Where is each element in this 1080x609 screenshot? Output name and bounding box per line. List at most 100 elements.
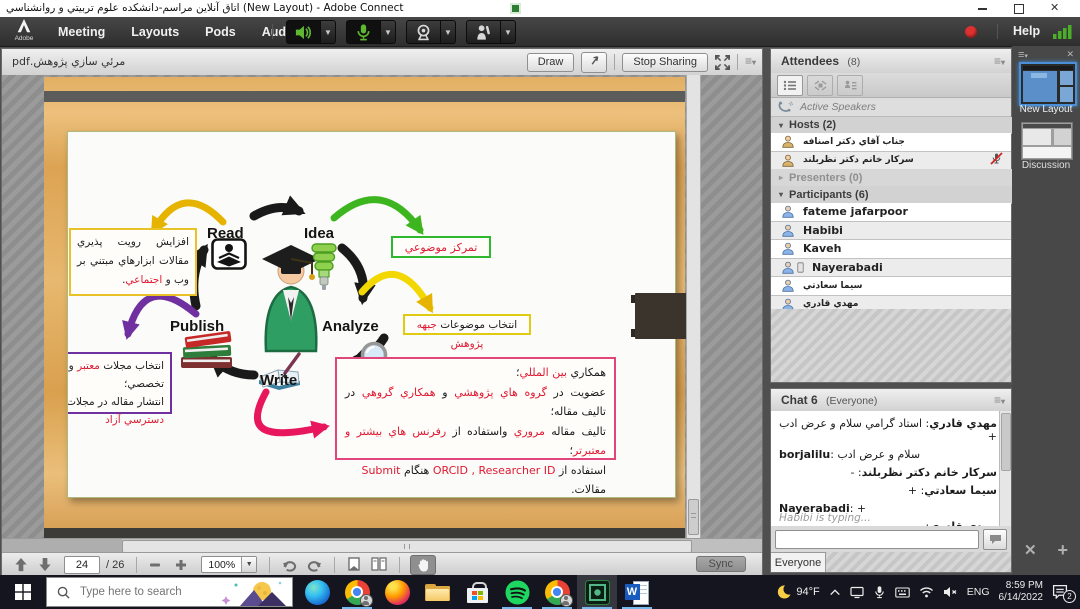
speaker-dropdown[interactable]: ▼ (321, 20, 336, 44)
page-layout-view-icon[interactable] (371, 557, 387, 572)
weather-indicator[interactable]: 94°F (776, 584, 819, 600)
search-input[interactable] (78, 585, 212, 599)
chat-scrollbar[interactable] (999, 411, 1011, 526)
host-row[interactable]: جناب آقاي دكتر اصنافه (771, 133, 1011, 152)
participant-row[interactable]: Habibi (771, 222, 1011, 241)
participant-row[interactable]: Nayerabadi (771, 259, 1011, 278)
participant-row[interactable]: سيما سعادتي (771, 277, 1011, 296)
notification-center-button[interactable]: 2 (1052, 583, 1074, 601)
layout-label-new-layout[interactable]: New Layout (1012, 104, 1080, 115)
presenters-group-header[interactable]: ▸ Presenters (0) (771, 169, 1019, 187)
participants-group-header[interactable]: ▾ Participants (6) (771, 186, 1019, 204)
attendees-pod-menu-icon[interactable]: ≡▾ (994, 49, 1005, 75)
menu-item-pods[interactable]: Pods (205, 25, 236, 39)
hand-tool-button[interactable] (410, 555, 436, 575)
page-number-input[interactable] (64, 556, 100, 574)
volume-muted-icon[interactable] (943, 586, 958, 598)
microphone-tray-icon[interactable] (873, 585, 886, 599)
share-pod: مرئي سازي پژوهش.pdf Draw Stop Sharing ≡▾ (1, 48, 763, 575)
taskbar-app-adobe-connect[interactable] (577, 575, 617, 609)
layout-bar-menu-icon[interactable]: ≡▾ (1018, 49, 1028, 61)
zoom-level-select[interactable]: 100% ▼ (201, 556, 257, 573)
attendee-status-view-button[interactable] (837, 75, 863, 96)
show-hidden-icons-chevron[interactable] (829, 587, 841, 597)
menu-item-layouts[interactable]: Layouts (131, 25, 179, 39)
share-vertical-scrollbar[interactable] (686, 75, 701, 538)
taskbar-app-chrome[interactable] (537, 575, 577, 609)
menu-item-meeting[interactable]: Meeting (58, 25, 105, 39)
webcam-button-group[interactable]: ▼ (406, 20, 456, 44)
participant-row[interactable]: fateme jafarpoor (771, 203, 1011, 222)
taskbar-search[interactable] (46, 577, 293, 607)
host-row[interactable]: سركار خانم دكتر نظربلند (771, 152, 1011, 171)
collapse-icon[interactable]: ▾ (779, 190, 783, 199)
zoom-in-icon[interactable] (175, 559, 187, 571)
active-speakers-row: Active Speakers (771, 98, 1011, 117)
microphone-dropdown[interactable]: ▼ (381, 20, 396, 44)
attendee-grid-view-button[interactable] (807, 75, 833, 96)
chat-scrollbar-thumb[interactable] (1001, 413, 1011, 471)
chat-pod-header: Chat 6 (Everyone) ≡▾ (771, 389, 1011, 412)
edge-icon (305, 580, 330, 605)
draw-button[interactable]: Draw (527, 53, 575, 72)
layout-thumbnail-discussion[interactable] (1021, 122, 1073, 160)
speaker-button-group[interactable]: ▼ (286, 20, 336, 44)
pointer-tool-button[interactable] (581, 52, 607, 73)
chat-tab-everyone[interactable]: Everyone (771, 552, 826, 572)
collapse-icon[interactable]: ▾ (779, 121, 783, 130)
rotate-right-icon[interactable] (307, 558, 322, 572)
start-button[interactable] (0, 575, 46, 609)
layout-thumbnail-new-layout[interactable] (1019, 62, 1077, 106)
minimize-button[interactable] (978, 8, 987, 10)
status-button-group[interactable]: ▼ (466, 20, 516, 44)
sync-button[interactable]: Sync (696, 556, 746, 572)
previous-page-icon[interactable] (14, 557, 28, 572)
chat-message-sender: سركار خانم دكتر نظربلند (862, 466, 997, 479)
delete-layout-icon[interactable]: ✕ (1024, 541, 1037, 559)
attendee-list-view-button[interactable] (777, 75, 803, 96)
network-icon[interactable] (919, 586, 934, 598)
taskbar-app-firefox[interactable] (377, 575, 417, 609)
connection-signal-icon[interactable] (1053, 25, 1073, 39)
share-pod-menu-icon[interactable]: ≡▾ (745, 49, 756, 75)
attendees-title: Attendees (781, 54, 839, 68)
collapse-icon[interactable]: ▸ (779, 173, 783, 182)
next-page-icon[interactable] (38, 557, 52, 572)
layout-bar-close-icon[interactable]: ✕ (1066, 49, 1074, 60)
send-message-button[interactable] (983, 529, 1007, 550)
hosts-group-header[interactable]: ▾ Hosts (2) (771, 117, 1019, 134)
chat-pod-menu-icon[interactable]: ≡▾ (994, 389, 1005, 413)
taskbar-app-spotify[interactable] (497, 575, 537, 609)
rotate-left-icon[interactable] (282, 558, 297, 572)
focus-box: تمركز موضوعي (391, 236, 491, 258)
layout-label-discussion[interactable]: Discussion (1012, 160, 1080, 171)
zoom-out-icon[interactable] (149, 559, 161, 571)
microphone-button-group[interactable]: ▼ (346, 20, 396, 44)
touch-keyboard-icon[interactable] (895, 586, 910, 599)
zoom-dropdown-icon[interactable]: ▼ (241, 557, 256, 572)
taskbar-app-edge[interactable] (297, 575, 337, 609)
person-icon (781, 279, 795, 292)
webcam-dropdown[interactable]: ▼ (441, 20, 456, 44)
help-menu[interactable]: Help (1013, 24, 1040, 38)
text-segment: ORCID , Researcher ID (433, 464, 556, 477)
taskbar-app-file-explorer[interactable] (417, 575, 457, 609)
language-indicator[interactable]: ENG (967, 586, 990, 598)
participant-row[interactable]: Kaveh (771, 240, 1011, 259)
taskbar-app-store[interactable] (457, 575, 497, 609)
close-button[interactable]: ✕ (1050, 1, 1059, 16)
fullscreen-icon[interactable] (715, 55, 730, 70)
recording-indicator[interactable] (965, 26, 977, 38)
single-page-view-icon[interactable] (347, 557, 361, 572)
clock[interactable]: 8:59 PM 6/14/2022 (999, 580, 1044, 604)
taskbar-app-chrome[interactable] (337, 575, 377, 609)
add-layout-icon[interactable]: + (1057, 540, 1068, 561)
stop-sharing-button[interactable]: Stop Sharing (622, 53, 708, 72)
taskbar-app-word[interactable]: W (617, 575, 657, 609)
chat-input[interactable] (775, 530, 979, 549)
share-horizontal-scrollbar[interactable] (2, 538, 762, 552)
maximize-button[interactable] (1014, 4, 1024, 14)
status-dropdown[interactable]: ▼ (501, 20, 516, 44)
meet-now-icon[interactable] (850, 585, 864, 599)
share-vertical-scrollbar-thumb[interactable] (688, 499, 699, 535)
